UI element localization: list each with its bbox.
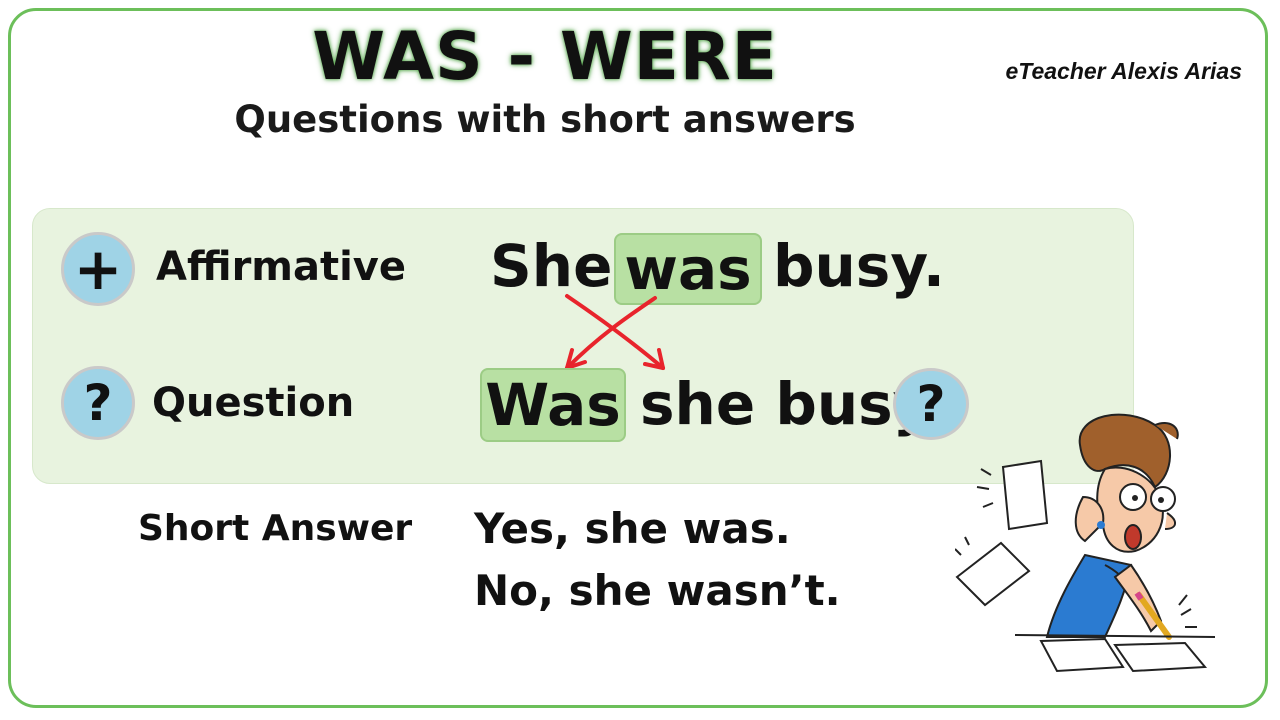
question-highlight-was: Was <box>480 368 626 442</box>
question-mark-icon: ? <box>61 366 135 440</box>
affirmative-label: Affirmative <box>156 244 406 290</box>
question-highlight-text: Was <box>485 371 621 439</box>
plus-icon: + <box>61 232 135 306</box>
question-symbol: ? <box>83 374 113 432</box>
affirmative-sentence-end: busy. <box>773 232 945 300</box>
plus-symbol: + <box>73 235 123 303</box>
question-label: Question <box>152 380 355 426</box>
question-end-symbol: ? <box>916 375 946 433</box>
slide-title: WAS - WERE <box>312 18 778 95</box>
slide-subtitle: Questions with short answers <box>234 98 856 141</box>
short-answer-yes: Yes, she was. <box>474 504 791 553</box>
short-answer-label: Short Answer <box>138 508 413 549</box>
swap-arrows <box>565 294 665 370</box>
short-answer-no: No, she wasn’t. <box>474 566 841 615</box>
stressed-woman-illustration <box>955 413 1215 673</box>
author-credit: eTeacher Alexis Arias <box>1005 58 1242 84</box>
question-sentence-rest: she busy <box>640 370 931 438</box>
